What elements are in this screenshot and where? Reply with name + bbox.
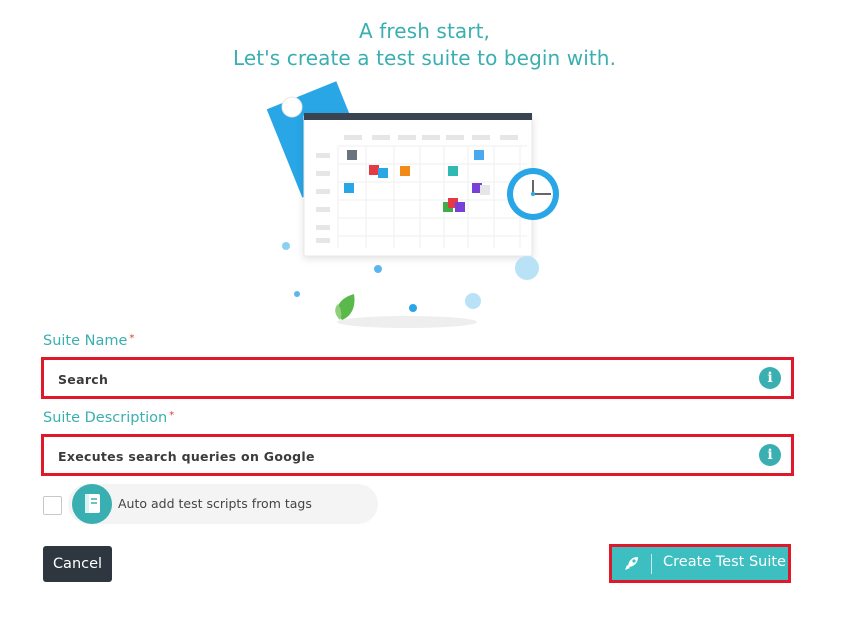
info-icon[interactable]: i <box>759 367 781 389</box>
auto-add-label: Auto add test scripts from tags <box>118 496 312 511</box>
auto-add-checkbox[interactable] <box>43 496 62 515</box>
cancel-button[interactable]: Cancel <box>43 546 112 582</box>
required-asterisk: * <box>169 410 175 421</box>
suite-description-input[interactable] <box>56 437 760 475</box>
create-test-suite-label: Create Test Suite <box>663 554 786 570</box>
suite-name-label-text: Suite Name <box>43 333 128 349</box>
heading-line-1: A fresh start, <box>359 19 490 43</box>
create-test-suite-button[interactable]: Create Test Suite <box>612 547 788 580</box>
suite-description-label: Suite Description * <box>43 410 174 426</box>
suite-description-label-text: Suite Description <box>43 410 168 426</box>
heading-line-2: Let's create a test suite to begin with. <box>232 46 617 70</box>
button-divider <box>651 554 652 574</box>
suite-name-label: Suite Name * <box>43 333 134 349</box>
calendar-illustration <box>266 81 559 328</box>
info-icon[interactable]: i <box>759 444 781 466</box>
create-test-suite-highlight: Create Test Suite <box>609 544 791 583</box>
suite-description-field: i <box>41 434 794 476</box>
suite-name-input[interactable] <box>56 360 760 398</box>
required-asterisk: * <box>129 333 135 344</box>
page-heading: A fresh start, Let's create a test suite… <box>0 18 849 72</box>
book-icon <box>72 484 112 524</box>
suite-name-field: i <box>41 357 794 399</box>
rocket-icon <box>622 553 642 573</box>
